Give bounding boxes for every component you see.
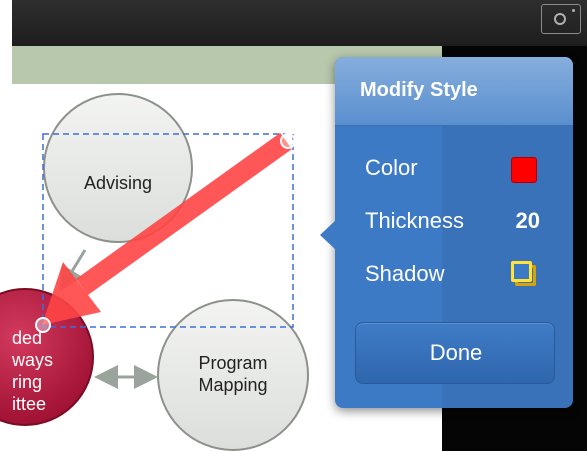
arrow-start-handle[interactable]: [35, 317, 51, 333]
modify-style-popover: Modify Style Color Thickness 20 Shadow D…: [335, 57, 573, 408]
popover-pointer: [320, 220, 336, 250]
thickness-label: Thickness: [365, 208, 465, 233]
done-label: Done: [429, 340, 483, 365]
shadow-toggle[interactable]: [511, 261, 537, 287]
program-mapping-node[interactable]: [157, 299, 309, 451]
color-swatch[interactable]: [511, 157, 537, 183]
thickness-value[interactable]: 20: [516, 208, 540, 234]
popover-header: Modify Style: [335, 57, 573, 126]
color-label: Color: [365, 155, 418, 180]
arrow-end-handle[interactable]: [280, 133, 296, 149]
screen: Advising Program Mapping ded ways ring i…: [0, 0, 587, 451]
shadow-label: Shadow: [365, 261, 445, 286]
done-button[interactable]: Done: [355, 322, 555, 384]
popover-title: Modify Style: [360, 79, 478, 101]
